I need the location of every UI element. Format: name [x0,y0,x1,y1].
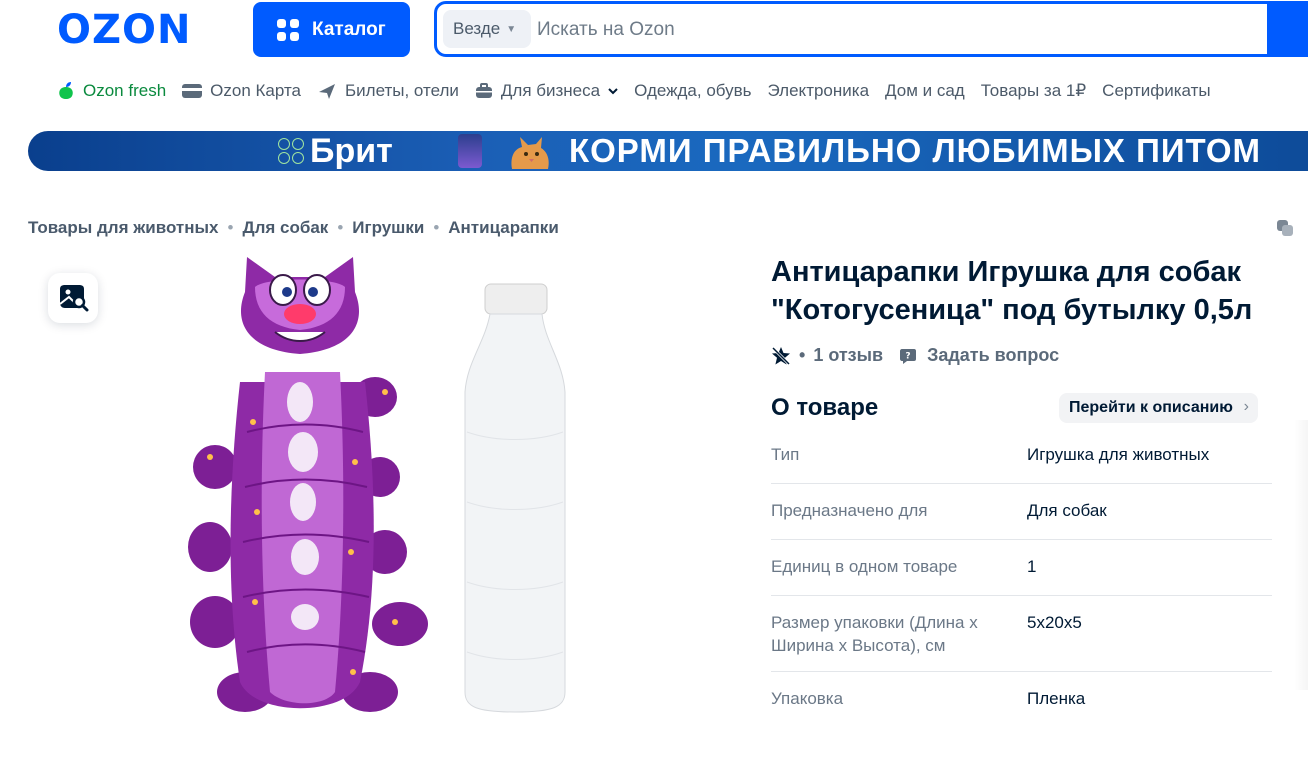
nav-item-ozon-fresh[interactable]: Ozon fresh [57,81,166,101]
cat-image [511,137,549,169]
food-pack-image [458,134,482,168]
spec-row: Тип Игрушка для животных [771,428,1272,484]
caterpillar-toy-image [188,257,428,712]
nav-item-label: Одежда, обувь [634,81,752,100]
product-meta: • 1 отзыв ? Задать вопрос [771,345,1059,366]
nav-item-ozon-card[interactable]: Ozon Карта [182,81,301,101]
nav-item-label: Дом и сад [885,81,965,100]
goto-description-label: Перейти к описанию [1069,399,1233,416]
breadcrumb-item[interactable]: Игрушки [352,218,424,238]
search-scope-label: Везде [453,19,501,38]
breadcrumb: Товары для животных • Для собак • Игрушк… [28,218,559,238]
chevron-down-icon: ▼ [506,23,517,35]
about-heading: О товаре [771,394,879,421]
image-search-button[interactable] [48,273,98,323]
spec-row: Упаковка Пленка [771,672,1272,722]
question-icon: ? [900,348,917,364]
spec-row: Размер упаковки (Длина х Ширина х Высота… [771,596,1272,672]
nav-item-label: Сертификаты [1102,81,1211,100]
card-icon [182,84,203,98]
search-button[interactable] [1267,3,1308,56]
bottle-image [464,283,566,713]
svg-text:?: ? [905,351,910,361]
nav-item-label: Ozon fresh [83,81,167,100]
nav-item-label: Электроника [767,81,870,100]
fresh-icon [59,82,73,99]
banner-brand-text: Брит [310,131,393,170]
nav-item-business[interactable]: Для бизнеса [475,81,618,101]
spec-value: Пленка [1027,689,1086,708]
nav-item-clothing[interactable]: Одежда, обувь [634,81,751,101]
nav-item-one-ruble[interactable]: Товары за 1₽ [981,81,1086,101]
spec-value: Для собак [1027,501,1107,520]
chevron-down-icon [608,88,618,95]
share-icon[interactable] [1276,219,1294,237]
breadcrumb-separator: • [227,218,234,237]
specs-table: Тип Игрушка для животных Предназначено д… [771,428,1272,722]
banner-slogan: КОРМИ ПРАВИЛЬНО ЛЮБИМЫХ ПИТОМ [569,132,1262,169]
photo-search-icon [59,285,89,312]
breadcrumb-item[interactable]: Для собак [242,218,328,238]
plane-icon [319,84,335,99]
nav-item-home-garden[interactable]: Дом и сад [885,81,965,101]
banner-brand: Брит [278,131,393,171]
catalog-label: Каталог [312,18,386,40]
top-nav: Ozon fresh Ozon Карта Билеты, отели Для … [57,81,1211,101]
spec-row: Единиц в одном товаре 1 [771,540,1272,596]
spec-value: 5x20x5 [1027,613,1082,632]
no-rating-star-icon [771,346,791,365]
nav-item-label: Товары за 1₽ [980,81,1087,100]
product-title: Антицарапки Игрушка для собак "Котогусен… [771,256,1253,326]
breadcrumb-item[interactable]: Товары для животных [28,218,219,238]
catalog-grid-icon [277,18,299,41]
spec-key: Предназначено для [771,501,928,520]
chevron-right-icon: › [1243,398,1249,415]
spec-key: Размер упаковки (Длина х Ширина х Высота… [771,613,978,655]
spec-key: Упаковка [771,689,844,708]
logo-text: OZON [57,10,192,50]
breadcrumb-separator: • [433,218,440,237]
ask-question-link[interactable]: ? Задать вопрос [899,345,1059,366]
ask-question-label: Задать вопрос [927,345,1060,365]
goto-description-button[interactable]: Перейти к описанию › [1059,393,1258,423]
nav-item-certificates[interactable]: Сертификаты [1102,81,1210,101]
search-input[interactable] [537,14,1237,46]
nav-item-label: Билеты, отели [345,81,459,100]
promo-banner[interactable]: Брит КОРМИ ПРАВИЛЬНО ЛЮБИМЫХ ПИТОМ [28,131,1308,171]
spec-key: Тип [771,445,800,464]
nav-item-label: Для бизнеса [500,81,601,100]
breadcrumb-item[interactable]: Антицарапки [448,218,559,238]
nav-item-tickets[interactable]: Билеты, отели [317,81,459,101]
side-panel-edge [1294,420,1308,690]
breadcrumb-separator: • [337,218,344,237]
briefcase-icon [475,83,492,98]
ozon-logo[interactable]: OZON [57,10,222,50]
product-image[interactable] [185,252,595,722]
catalog-button[interactable]: Каталог [253,2,410,57]
nav-item-label: Ozon Карта [210,81,301,100]
reviews-link[interactable]: 1 отзыв [813,345,883,366]
spec-row: Предназначено для Для собак [771,484,1272,540]
paw-icon [278,138,304,164]
search-bar: Везде ▼ [434,1,1308,57]
spec-value: Игрушка для животных [1027,445,1210,464]
search-scope-select[interactable]: Везде ▼ [443,10,531,48]
nav-item-electronics[interactable]: Электроника [768,81,870,101]
meta-separator: • [799,345,806,365]
spec-key: Единиц в одном товаре [771,557,958,576]
spec-value: 1 [1027,557,1037,576]
